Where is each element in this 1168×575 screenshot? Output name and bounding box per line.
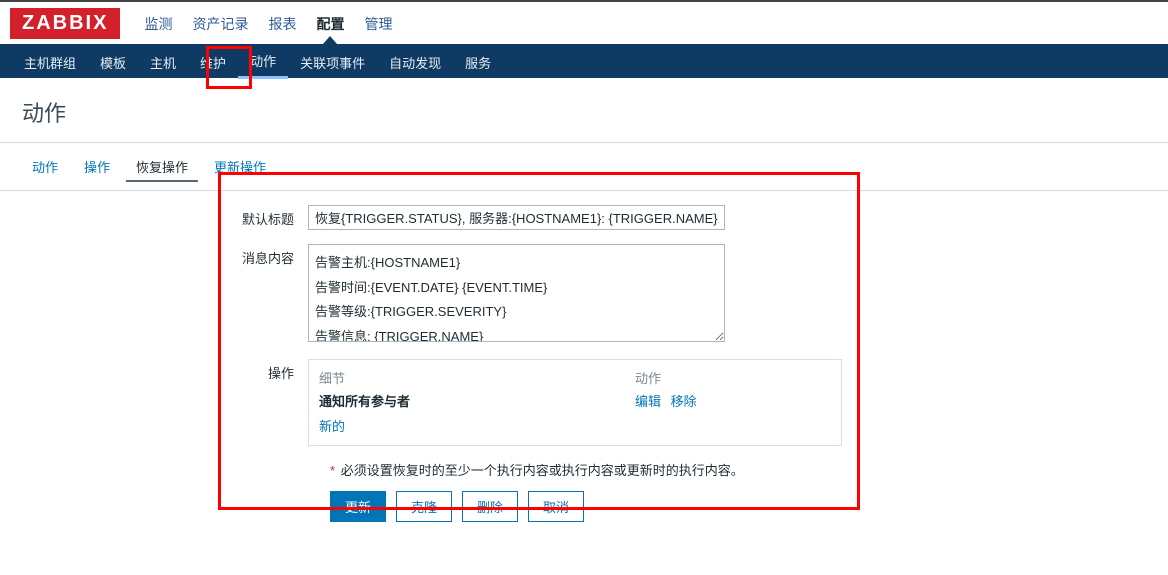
table-row: 通知所有参与者 编辑 移除	[319, 391, 831, 410]
delete-button[interactable]: 删除	[462, 491, 518, 522]
topnav-administration[interactable]: 管理	[354, 4, 402, 42]
operations-table: 细节 动作 通知所有参与者 编辑 移除 新的	[308, 359, 842, 446]
subnav-maintenance[interactable]: 维护	[188, 45, 238, 78]
update-button[interactable]: 更新	[330, 491, 386, 522]
tab-operations[interactable]: 操作	[74, 153, 120, 182]
clone-button[interactable]: 克隆	[396, 491, 452, 522]
topnav-inventory[interactable]: 资产记录	[182, 4, 258, 42]
topnav-monitoring[interactable]: 监测	[134, 4, 182, 42]
message-textarea[interactable]	[308, 244, 725, 342]
top-nav: 监测 资产记录 报表 配置 管理	[134, 4, 402, 42]
default-subject-input[interactable]	[308, 205, 725, 230]
subnav-hosts[interactable]: 主机	[138, 45, 188, 78]
subnav-services[interactable]: 服务	[453, 45, 503, 78]
tab-action[interactable]: 动作	[22, 153, 68, 182]
ops-row-detail: 通知所有参与者	[319, 391, 635, 410]
ops-new-link[interactable]: 新的	[319, 416, 345, 435]
logo: ZABBIX	[10, 8, 120, 39]
message-label: 消息内容	[22, 244, 308, 345]
topnav-reports[interactable]: 报表	[258, 4, 306, 42]
subnav-hostgroups[interactable]: 主机群组	[12, 45, 88, 78]
tab-recovery-operations[interactable]: 恢复操作	[126, 153, 198, 182]
operations-label: 操作	[22, 359, 308, 446]
ops-edit-link[interactable]: 编辑	[635, 394, 661, 409]
page-title: 动作	[0, 78, 1168, 142]
required-note-text: 必须设置恢复时的至少一个执行内容或执行内容或更新时的执行内容。	[341, 463, 744, 478]
topbar: ZABBIX 监测 资产记录 报表 配置 管理	[0, 2, 1168, 44]
cancel-button[interactable]: 取消	[528, 491, 584, 522]
subnav-discovery[interactable]: 自动发现	[377, 45, 453, 78]
subnav-actions[interactable]: 动作	[238, 43, 288, 79]
button-row: 更新 克隆 删除 取消	[330, 491, 1168, 522]
required-note: * 必须设置恢复时的至少一个执行内容或执行内容或更新时的执行内容。	[330, 460, 1168, 479]
asterisk-icon: *	[330, 463, 335, 478]
subnav-correlation[interactable]: 关联项事件	[288, 45, 377, 78]
tab-row: 动作 操作 恢复操作 更新操作	[0, 143, 1168, 191]
ops-header-action: 动作	[635, 368, 661, 387]
default-subject-label: 默认标题	[22, 205, 308, 230]
ops-remove-link[interactable]: 移除	[671, 394, 697, 409]
sub-nav: 主机群组 模板 主机 维护 动作 关联项事件 自动发现 服务	[0, 44, 1168, 78]
subnav-templates[interactable]: 模板	[88, 45, 138, 78]
tab-update-operations[interactable]: 更新操作	[204, 153, 276, 182]
form-area: 默认标题 消息内容 操作 细节 动作 通知所有参与者	[0, 205, 1168, 522]
ops-header-details: 细节	[319, 368, 635, 387]
topnav-configuration[interactable]: 配置	[306, 4, 354, 42]
